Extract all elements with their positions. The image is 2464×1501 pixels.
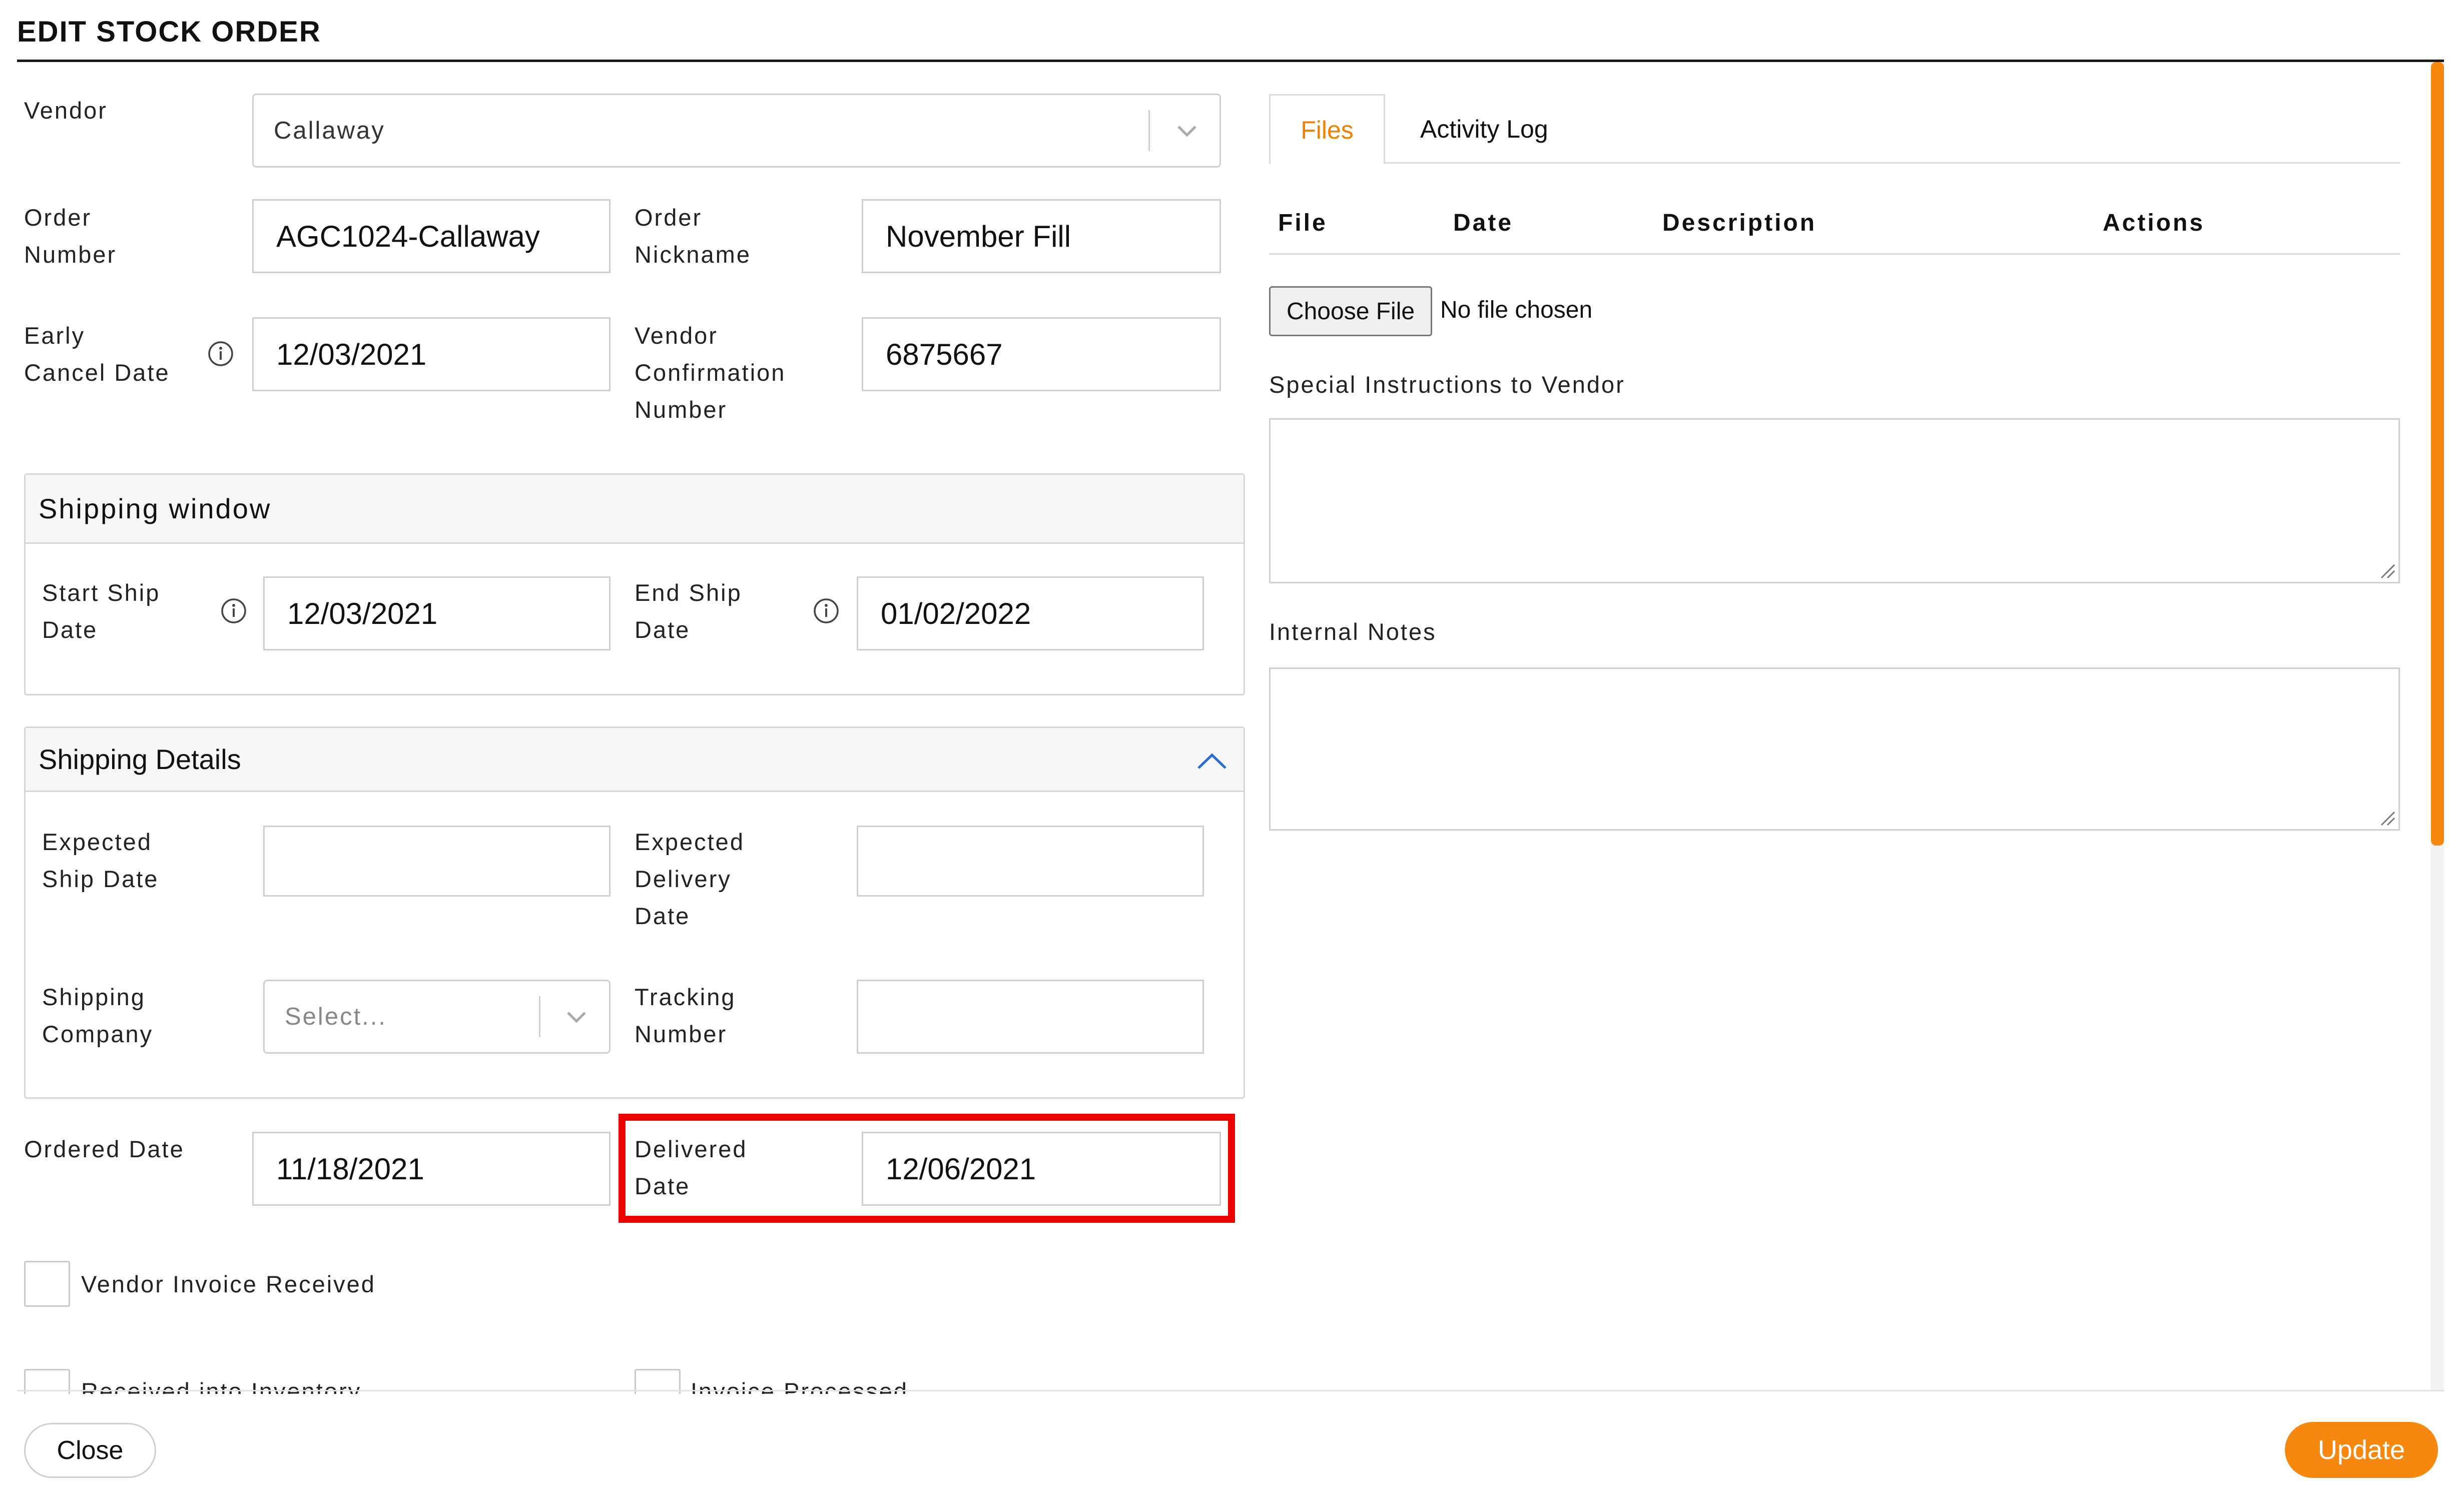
shipping-company-select[interactable]: Select...	[263, 980, 610, 1054]
start-ship-date-value: 12/03/2021	[287, 596, 438, 630]
column-header-description: Description	[1662, 210, 1817, 236]
start-ship-date-label: Start Ship Date	[42, 579, 161, 643]
internal-notes-label: Internal Notes	[1269, 618, 1437, 645]
tab-activity-log[interactable]: Activity Log	[1420, 94, 1548, 164]
early-cancel-date-input[interactable]: 12/03/2021	[252, 317, 610, 391]
tab-files[interactable]: Files	[1269, 94, 1385, 164]
vendor-select[interactable]: Callaway	[252, 94, 1221, 168]
ordered-date-input[interactable]: 11/18/2021	[252, 1132, 610, 1206]
shipping-window-header: Shipping window	[26, 475, 1244, 544]
early-cancel-label: Early Cancel Date	[24, 322, 170, 386]
order-number-value: AGC1024-Callaway	[276, 219, 540, 253]
expected-ship-date-input[interactable]	[263, 826, 610, 897]
special-instructions-textarea[interactable]	[1269, 418, 2400, 583]
early-cancel-date-value: 12/03/2021	[276, 337, 427, 371]
shipping-details-title: Shipping Details	[39, 743, 241, 775]
ordered-date-label: Ordered Date	[24, 1136, 185, 1162]
end-ship-date-value: 01/02/2022	[881, 596, 1031, 630]
select-separator	[1148, 110, 1150, 151]
column-header-file: File	[1278, 210, 1328, 236]
start-ship-date-input[interactable]: 12/03/2021	[263, 576, 610, 650]
select-separator	[539, 996, 540, 1037]
tracking-number-input[interactable]	[857, 980, 1204, 1054]
update-button[interactable]: Update	[2285, 1422, 2438, 1478]
tabs-divider	[1384, 162, 2400, 164]
no-file-chosen-text: No file chosen	[1440, 297, 1593, 323]
column-header-date: Date	[1453, 210, 1514, 236]
vendor-label: Vendor	[24, 97, 108, 124]
shipping-details-header[interactable]: Shipping Details	[26, 728, 1244, 792]
vendor-select-value: Callaway	[274, 117, 385, 144]
chevron-down-icon	[1177, 126, 1196, 137]
order-number-label: Order Number	[24, 204, 117, 268]
shipping-company-label: Shipping Company	[42, 984, 154, 1047]
order-number-input[interactable]: AGC1024-Callaway	[252, 199, 610, 273]
scroll-clipped-row: Received into Inventory Invoice Processe…	[0, 1361, 2437, 1394]
expected-delivery-date-label: Expected Delivery Date	[635, 829, 745, 929]
page-title: EDIT STOCK ORDER	[17, 16, 321, 48]
choose-file-button[interactable]: Choose File	[1269, 286, 1432, 336]
order-nickname-value: November Fill	[886, 219, 1071, 253]
footer-divider	[17, 1390, 2444, 1391]
close-button[interactable]: Close	[24, 1423, 156, 1478]
vendor-invoice-checkbox[interactable]	[24, 1261, 70, 1307]
delivered-date-value: 12/06/2021	[886, 1152, 1036, 1186]
tracking-number-label: Tracking Number	[635, 984, 736, 1047]
info-icon[interactable]	[220, 597, 247, 624]
delivered-date-label: Delivered Date	[635, 1136, 748, 1199]
end-ship-date-input[interactable]: 01/02/2022	[857, 576, 1204, 650]
internal-notes-textarea[interactable]	[1269, 667, 2400, 831]
resize-handle-icon[interactable]	[2378, 562, 2395, 579]
delivered-date-input[interactable]: 12/06/2021	[862, 1132, 1221, 1206]
special-instructions-label: Special Instructions to Vendor	[1269, 371, 1625, 398]
end-ship-date-label: End Ship Date	[635, 579, 742, 643]
expected-delivery-date-input[interactable]	[857, 826, 1204, 897]
shipping-company-placeholder: Select...	[285, 1003, 387, 1030]
order-nickname-input[interactable]: November Fill	[862, 199, 1221, 273]
column-header-actions: Actions	[2103, 210, 2205, 236]
table-header-divider	[1269, 253, 2400, 255]
vendor-confirmation-value: 6875667	[886, 337, 1003, 371]
info-icon[interactable]	[207, 340, 234, 367]
title-divider	[17, 60, 2444, 62]
chevron-down-icon	[567, 1012, 586, 1023]
resize-handle-icon[interactable]	[2378, 809, 2395, 826]
vendor-confirmation-input[interactable]: 6875667	[862, 317, 1221, 391]
chevron-up-icon[interactable]	[1194, 744, 1229, 779]
vendor-invoice-label: Vendor Invoice Received	[81, 1271, 376, 1297]
ordered-date-value: 11/18/2021	[276, 1152, 424, 1186]
info-icon[interactable]	[813, 597, 840, 624]
scrollbar-thumb[interactable]	[2431, 62, 2444, 846]
vendor-confirmation-label: Vendor Confirmation Number	[635, 322, 786, 423]
order-nickname-label: Order Nickname	[635, 204, 751, 268]
expected-ship-date-label: Expected Ship Date	[42, 829, 159, 892]
